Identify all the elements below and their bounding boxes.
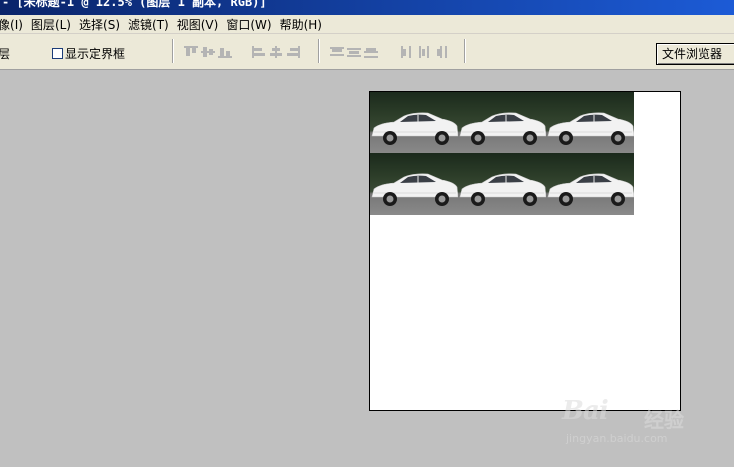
distribute-horizontal-centers-icon[interactable] (417, 46, 431, 58)
window-title-bar: - [未标题-1 @ 12.5% (图层 1 副本, RGB)] (0, 0, 734, 15)
show-bounding-box-checkbox[interactable] (52, 48, 63, 59)
align-horizontal-buttons-group (252, 46, 300, 58)
menu-image[interactable]: 像(I) (0, 16, 31, 33)
baidu-jingyan-watermark: Bai 经验 jingyan.baidu.com (560, 392, 700, 452)
show-bounding-box-option[interactable]: 显示定界框 (52, 45, 125, 62)
car-photo-tile (370, 153, 458, 215)
menu-bar: 像(I) 图层(L) 选择(S) 滤镜(T) 视图(V) 窗口(W) 帮助(H) (0, 15, 734, 34)
white-sedan-icon (547, 173, 634, 206)
distribute-top-edges-icon[interactable] (330, 46, 344, 58)
options-separator (318, 39, 320, 63)
menu-select[interactable]: 选择(S) (79, 16, 128, 33)
watermark-brand: Bai (562, 396, 609, 426)
document-canvas[interactable] (369, 91, 681, 411)
menu-image-label: 像 (0, 18, 10, 32)
menu-view-accel: (V) (200, 17, 219, 32)
window-title: - [未标题-1 @ 12.5% (图层 1 副本, RGB)] (2, 0, 267, 9)
show-bounding-box-label: 显示定界框 (65, 47, 126, 61)
menu-select-label: 选择 (79, 17, 104, 32)
white-sedan-icon (459, 173, 546, 206)
car-photo-tile (546, 92, 634, 154)
distribute-right-edges-icon[interactable] (434, 46, 448, 58)
menu-layer[interactable]: 图层(L) (31, 16, 79, 33)
car-photo-tile (546, 153, 634, 215)
car-photo-tile (458, 153, 546, 215)
distribute-vertical-centers-icon[interactable] (347, 46, 361, 58)
align-top-edges-icon[interactable] (184, 46, 198, 58)
menu-image-accel: (I) (10, 17, 23, 32)
options-separator (464, 39, 466, 63)
align-left-edges-icon[interactable] (252, 46, 266, 58)
white-sedan-icon (547, 112, 634, 145)
file-browser-label: 文件浏览器 (662, 47, 723, 61)
menu-filter-accel: (T) (152, 17, 169, 32)
menu-window[interactable]: 窗口(W) (226, 16, 279, 33)
menu-help-label: 帮助 (279, 17, 304, 32)
menu-help-accel: (H) (303, 17, 322, 32)
align-right-edges-icon[interactable] (286, 46, 300, 58)
menu-view-label: 视图 (176, 17, 201, 32)
distribute-bottom-edges-icon[interactable] (364, 46, 378, 58)
file-browser-tab[interactable]: 文件浏览器 (656, 43, 734, 65)
menu-view[interactable]: 视图(V) (177, 16, 227, 33)
options-separator (172, 39, 174, 63)
menu-window-label: 窗口 (226, 17, 251, 32)
align-buttons-group (184, 46, 232, 58)
menu-filter-label: 滤镜 (128, 17, 153, 32)
car-photo-tile (458, 92, 546, 154)
align-bottom-edges-icon[interactable] (218, 46, 232, 58)
distribute-vertical-group (330, 46, 378, 58)
menu-filter[interactable]: 滤镜(T) (128, 16, 177, 33)
auto-select-layer-label: 层 (0, 47, 11, 61)
distribute-horizontal-group (400, 46, 448, 58)
align-horizontal-centers-icon[interactable] (269, 46, 283, 58)
menu-layer-label: 图层 (30, 17, 55, 32)
tool-options-bar: 层 显示定界框 文件浏览器 (0, 34, 734, 70)
white-sedan-icon (371, 173, 458, 206)
white-sedan-icon (459, 112, 546, 145)
white-sedan-icon (371, 112, 458, 145)
watermark-url: jingyan.baidu.com (566, 432, 668, 445)
car-photo-tile (370, 92, 458, 154)
menu-window-accel: (W) (250, 17, 272, 32)
menu-help[interactable]: 帮助(H) (280, 16, 330, 33)
distribute-left-edges-icon[interactable] (400, 46, 414, 58)
menu-layer-accel: (L) (54, 17, 71, 32)
align-vertical-centers-icon[interactable] (201, 46, 215, 58)
watermark-brand-suffix: 经验 (644, 408, 684, 432)
menu-select-accel: (S) (103, 17, 120, 32)
